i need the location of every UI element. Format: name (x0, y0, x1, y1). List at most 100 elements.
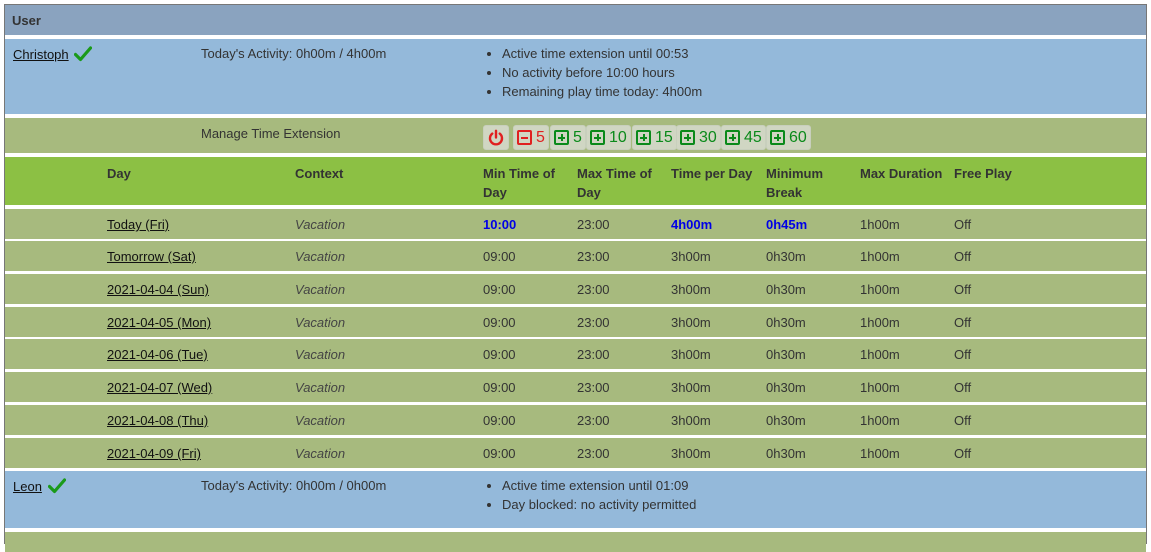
table-row: 2021-04-04 (Sun) Vacation 09:00 23:00 3h… (5, 274, 1146, 306)
user-link-christoph[interactable]: Christoph (13, 47, 69, 62)
day-link[interactable]: 2021-04-08 (Thu) (107, 413, 208, 428)
time-per-day-cell: 3h00m (671, 446, 711, 461)
day-link[interactable]: 2021-04-04 (Sun) (107, 282, 209, 297)
max-duration-cell: 1h00m (860, 347, 900, 362)
minimum-break-cell: 0h30m (766, 413, 806, 428)
subtract-5-button[interactable]: 5 (513, 125, 549, 150)
time-per-day-cell: 3h00m (671, 347, 711, 362)
user-name-cell: Christoph (13, 46, 93, 62)
power-icon (488, 129, 504, 145)
free-play-cell: Off (954, 380, 972, 395)
status-note: Active time extension until 01:09 (502, 476, 696, 495)
button-label: 45 (744, 128, 762, 146)
time-per-day-cell: 3h00m (671, 413, 711, 428)
free-play-cell: Off (954, 413, 972, 428)
context-cell: Vacation (295, 249, 346, 264)
column-header-time-per-day: Time per Day (671, 166, 753, 181)
column-header-max-duration: Max Duration (860, 166, 943, 181)
button-label: 10 (609, 128, 627, 146)
manage-extension-label: Manage Time Extension (201, 126, 341, 141)
status-note: Day blocked: no activity permitted (502, 495, 696, 514)
min-time-cell: 09:00 (483, 282, 516, 297)
status-note: No activity before 10:00 hours (502, 63, 702, 82)
min-time-cell: 09:00 (483, 413, 516, 428)
check-icon (47, 478, 66, 494)
plus-square-icon (636, 130, 651, 145)
button-label: 60 (789, 128, 807, 146)
activity-summary: Today's Activity: 0h00m / 0h00m (201, 478, 387, 493)
max-time-cell: 23:00 (577, 217, 610, 232)
max-duration-cell: 1h00m (860, 315, 900, 330)
stop-extension-button[interactable] (483, 125, 509, 150)
free-play-cell: Off (954, 347, 972, 362)
day-link[interactable]: 2021-04-09 (Fri) (107, 446, 201, 461)
day-link[interactable]: 2021-04-06 (Tue) (107, 347, 208, 362)
max-time-cell: 23:00 (577, 380, 610, 395)
add-10-button[interactable]: 10 (586, 125, 631, 150)
minus-square-icon (517, 130, 532, 145)
context-cell: Vacation (295, 347, 346, 362)
minimum-break-cell: 0h30m (766, 380, 806, 395)
button-label: 5 (536, 128, 545, 146)
max-time-cell: 23:00 (577, 446, 610, 461)
plus-square-icon (590, 130, 605, 145)
user-row-leon: Leon Today's Activity: 0h00m / 0h00m Act… (5, 471, 1146, 530)
free-play-cell: Off (954, 282, 972, 297)
schedule-column-headers: Day Context Min Time of Day Max Time of … (5, 157, 1146, 207)
context-cell: Vacation (295, 217, 346, 232)
time-per-day-cell: 3h00m (671, 315, 711, 330)
max-time-cell: 23:00 (577, 315, 610, 330)
column-header-day: Day (107, 166, 131, 181)
add-60-button[interactable]: 60 (766, 125, 811, 150)
max-duration-cell: 1h00m (860, 282, 900, 297)
button-label: 30 (699, 128, 717, 146)
add-5-button[interactable]: 5 (550, 125, 586, 150)
next-row-partial (5, 532, 1146, 552)
column-header-context: Context (295, 166, 344, 181)
status-notes: Active time extension until 00:53 No act… (485, 44, 702, 101)
header-title: User (12, 13, 41, 28)
column-header-minimum-break: Minimum Break (766, 166, 824, 200)
activity-summary: Today's Activity: 0h00m / 4h00m (201, 46, 387, 61)
min-time-cell: 09:00 (483, 249, 516, 264)
day-link[interactable]: 2021-04-05 (Mon) (107, 315, 211, 330)
free-play-cell: Off (954, 249, 972, 264)
status-notes: Active time extension until 01:09 Day bl… (485, 476, 696, 514)
column-header-min-time: Min Time of Day (483, 166, 555, 200)
min-time-cell: 09:00 (483, 380, 516, 395)
add-30-button[interactable]: 30 (676, 125, 721, 150)
add-15-button[interactable]: 15 (632, 125, 677, 150)
min-time-cell: 09:00 (483, 446, 516, 461)
minimum-break-cell: 0h30m (766, 282, 806, 297)
user-table: User Christoph Today's Activity: 0h00m /… (4, 4, 1147, 552)
user-row-christoph: Christoph Today's Activity: 0h00m / 4h00… (5, 39, 1146, 116)
max-duration-cell: 1h00m (860, 446, 900, 461)
free-play-cell: Off (954, 446, 972, 461)
user-link-leon[interactable]: Leon (13, 479, 42, 494)
table-header-user: User (5, 5, 1146, 37)
max-duration-cell: 1h00m (860, 249, 900, 264)
time-per-day-cell: 3h00m (671, 380, 711, 395)
time-per-day-cell: 3h00m (671, 282, 711, 297)
max-duration-cell: 1h00m (860, 380, 900, 395)
context-cell: Vacation (295, 380, 346, 395)
plus-square-icon (554, 130, 569, 145)
check-icon (74, 46, 93, 62)
day-link[interactable]: Today (Fri) (107, 217, 169, 232)
column-header-max-time: Max Time of Day (577, 166, 652, 200)
max-time-cell: 23:00 (577, 347, 610, 362)
context-cell: Vacation (295, 446, 346, 461)
add-45-button[interactable]: 45 (721, 125, 766, 150)
min-time-cell: 09:00 (483, 315, 516, 330)
min-time-cell: 09:00 (483, 347, 516, 362)
day-link[interactable]: 2021-04-07 (Wed) (107, 380, 212, 395)
day-link[interactable]: Tomorrow (Sat) (107, 249, 196, 264)
minimum-break-cell: 0h30m (766, 446, 806, 461)
free-play-cell: Off (954, 315, 972, 330)
manage-extension-row: Manage Time Extension 5 5 10 15 30 45 60 (5, 118, 1146, 155)
context-cell: Vacation (295, 315, 346, 330)
minimum-break-cell: 0h45m (766, 217, 808, 232)
button-label: 5 (573, 128, 582, 146)
minimum-break-cell: 0h30m (766, 315, 806, 330)
button-label: 15 (655, 128, 673, 146)
